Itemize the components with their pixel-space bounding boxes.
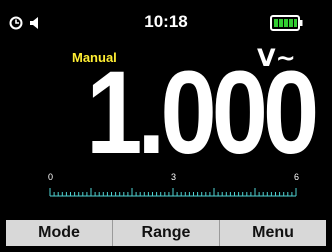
scale-label-max: 6 (294, 172, 300, 182)
menu-button[interactable]: Menu (219, 220, 326, 246)
scale-label-mid: 3 (171, 172, 177, 182)
multimeter-screen: 10:18 Manual V~ 1.000 0 3 6 Mode Range M… (6, 6, 326, 246)
scale-ticks (49, 188, 297, 197)
softkey-bar: Mode Range Menu (6, 220, 326, 246)
bar-graph-scale: 0 3 6 (46, 172, 300, 204)
status-bar: 10:18 (6, 6, 326, 36)
battery-icon (270, 15, 303, 31)
scale-label-min: 0 (48, 172, 54, 182)
mode-button[interactable]: Mode (6, 220, 112, 246)
range-button[interactable]: Range (112, 220, 219, 246)
measurement-reading: 1.000 (86, 47, 319, 179)
